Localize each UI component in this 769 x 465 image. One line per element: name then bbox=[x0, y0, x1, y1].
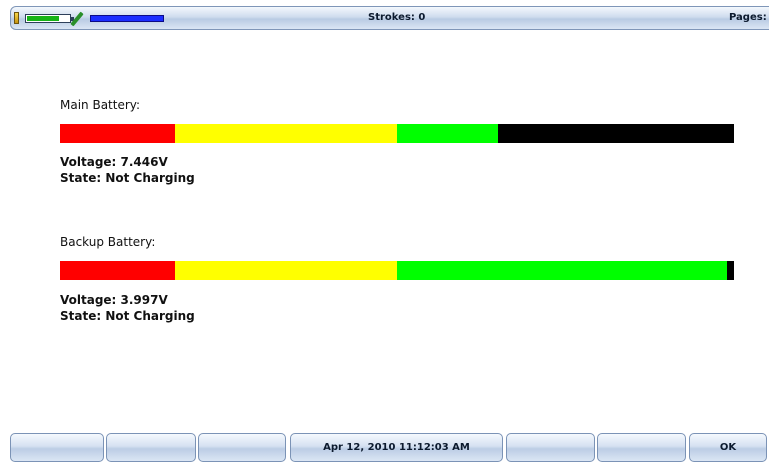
backup-battery-medium-zone bbox=[175, 261, 397, 280]
backup-battery-voltage: Voltage: 3.997V bbox=[60, 293, 168, 307]
softkey-2-button[interactable] bbox=[106, 433, 196, 462]
main-battery-state: State: Not Charging bbox=[60, 171, 195, 185]
battery-icon bbox=[14, 12, 19, 24]
main-battery-label: Main Battery: bbox=[60, 98, 141, 112]
backup-battery-end-marker bbox=[728, 261, 734, 280]
backup-battery-label: Backup Battery: bbox=[60, 235, 156, 249]
mini-battery-icon bbox=[25, 14, 74, 23]
strokes-count: Strokes: 0 bbox=[368, 12, 426, 23]
main-battery-medium-zone bbox=[175, 124, 397, 143]
storage-level-fill bbox=[91, 16, 163, 21]
storage-level-icon bbox=[90, 15, 164, 22]
main-battery-high-zone bbox=[397, 124, 498, 143]
backup-battery-bar bbox=[60, 261, 734, 280]
softkey-bar: Apr 12, 2010 11:12:03 AM OK bbox=[0, 433, 769, 465]
datetime-button[interactable]: Apr 12, 2010 11:12:03 AM bbox=[290, 433, 503, 462]
main-battery-voltage: Voltage: 7.446V bbox=[60, 155, 168, 169]
backup-battery-high-zone bbox=[397, 261, 727, 280]
softkey-3-button[interactable] bbox=[198, 433, 286, 462]
softkey-5-button[interactable] bbox=[506, 433, 595, 462]
softkey-6-button[interactable] bbox=[597, 433, 686, 462]
ok-button[interactable]: OK bbox=[689, 433, 767, 462]
softkey-1-button[interactable] bbox=[10, 433, 104, 462]
mini-battery-fill bbox=[27, 16, 59, 21]
backup-battery-state: State: Not Charging bbox=[60, 309, 195, 323]
main-battery-low-zone bbox=[60, 124, 175, 143]
status-bar: Strokes: 0 Pages: 0 bbox=[10, 6, 769, 30]
main-battery-bar bbox=[60, 124, 734, 143]
pages-count: Pages: 0 bbox=[729, 12, 769, 23]
backup-battery-low-zone bbox=[60, 261, 175, 280]
